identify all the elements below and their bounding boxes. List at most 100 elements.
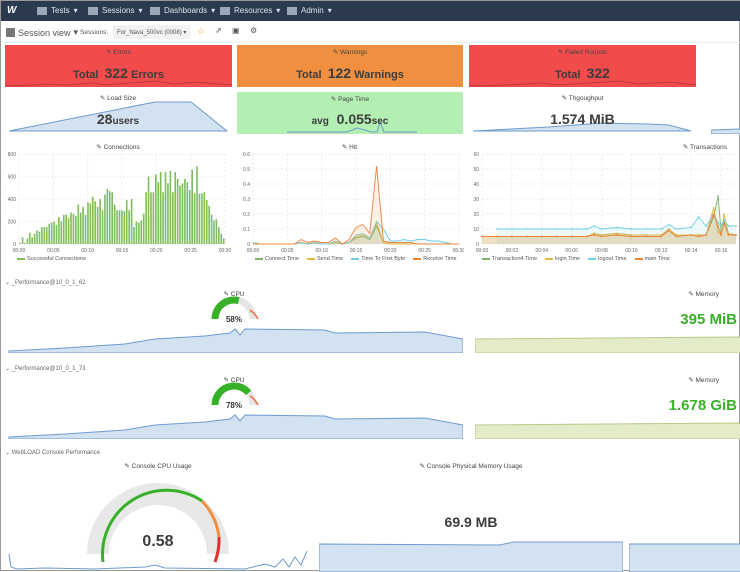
x-tick-label: 00:00 bbox=[476, 248, 489, 254]
section-header[interactable]: ⌄ _Performance@10_0_1_73 bbox=[5, 365, 86, 372]
bar bbox=[94, 201, 97, 244]
bar bbox=[159, 172, 162, 244]
memory-panel: Memory 395 MiB bbox=[475, 287, 740, 353]
bar bbox=[147, 176, 150, 244]
legend-item[interactable]: main Time bbox=[635, 256, 670, 262]
bar bbox=[198, 193, 201, 244]
data-point bbox=[712, 213, 715, 215]
data-point bbox=[720, 225, 722, 227]
data-point bbox=[525, 235, 528, 238]
legend-item[interactable]: Time To First Byte bbox=[351, 256, 405, 262]
bar bbox=[77, 204, 80, 244]
x-tick-label: 00:10 bbox=[81, 248, 94, 254]
legend-item[interactable]: Receive Time bbox=[413, 256, 456, 262]
y-tick-label: 0.6 bbox=[243, 152, 250, 158]
bar bbox=[205, 200, 208, 244]
grid-icon bbox=[150, 6, 160, 15]
bar bbox=[220, 233, 223, 244]
data-point bbox=[615, 226, 618, 229]
nav-sessions[interactable]: Sessions ▾ bbox=[88, 6, 142, 15]
connections-panel: Connections 020040060080000:0000:0500:10… bbox=[5, 140, 231, 269]
data-point bbox=[660, 235, 663, 238]
data-point bbox=[717, 225, 719, 227]
x-tick-label: 00:05 bbox=[281, 248, 294, 254]
legend: Transaction4 Time login Time logout Time ma… bbox=[482, 256, 670, 262]
bar bbox=[75, 215, 77, 244]
y-tick-label: 0.3 bbox=[243, 197, 250, 203]
nav-dashboards[interactable]: Dashboards ▾ bbox=[150, 6, 215, 15]
bar bbox=[191, 169, 193, 244]
logo[interactable]: W bbox=[7, 5, 16, 16]
data-point bbox=[705, 225, 708, 227]
data-point bbox=[645, 235, 648, 238]
data-point bbox=[585, 235, 588, 238]
bar bbox=[140, 220, 143, 244]
panel-title[interactable]: Errors bbox=[5, 48, 232, 56]
series-area bbox=[253, 166, 459, 244]
section-header-console[interactable]: ⌄ WebLOAD Console Performance bbox=[5, 449, 100, 456]
x-tick-label: 00:16 bbox=[715, 248, 728, 254]
toolbar: Session view ▾ Sessions: For_Nava_500vc (… bbox=[1, 21, 740, 43]
x-tick-label: 00:25 bbox=[184, 248, 197, 254]
save-icon[interactable]: ▣ bbox=[232, 26, 240, 35]
cpu-value: 78% bbox=[225, 401, 242, 410]
bar bbox=[41, 227, 43, 244]
data-point bbox=[585, 228, 588, 230]
gears-icon bbox=[287, 6, 297, 15]
legend-item[interactable]: login Time bbox=[545, 256, 580, 262]
legend-item[interactable]: logout Time bbox=[588, 256, 626, 262]
bar bbox=[167, 183, 169, 244]
connections-chart: 020040060080000:00 00:05 00:10 00:15 00:20 00… bbox=[8, 152, 231, 254]
data-point bbox=[723, 222, 725, 224]
x-tick-label: 00:02 bbox=[506, 248, 519, 254]
errors-panel: Errors Total 322 Errors bbox=[5, 45, 232, 87]
data-point bbox=[540, 228, 543, 230]
bar bbox=[179, 185, 181, 244]
x-tick-label: 00:06 bbox=[565, 248, 578, 254]
bar bbox=[116, 210, 118, 244]
panel-title[interactable]: Failed Rounds bbox=[469, 48, 696, 56]
nav-tests[interactable]: Tests ▾ bbox=[37, 6, 78, 15]
data-point bbox=[570, 228, 573, 230]
data-point bbox=[525, 228, 528, 230]
load-size-panel: Load Size 28users bbox=[5, 91, 231, 134]
legend-item[interactable]: Send Time bbox=[307, 256, 343, 262]
session-select[interactable]: For_Nava_500vc (0008) ▾ bbox=[113, 25, 191, 39]
y-tick-label: 50 bbox=[473, 167, 479, 173]
data-point bbox=[675, 228, 678, 230]
x-tick-label: 00:25 bbox=[418, 248, 431, 254]
x-tick-label: 00:15 bbox=[350, 248, 363, 254]
section-header[interactable]: ⌄ _Performance@10_0_1_62 bbox=[5, 279, 86, 286]
x-tick-label: 00:08 bbox=[595, 248, 608, 254]
warnings-panel: Warnings Total 122 Warnings bbox=[237, 45, 463, 87]
nav-resources[interactable]: Resources ▾ bbox=[220, 6, 280, 15]
legend-item[interactable]: Connect Time bbox=[255, 256, 299, 262]
bar bbox=[104, 194, 106, 244]
panel-title[interactable]: Warnings bbox=[237, 48, 463, 56]
legend-item[interactable]: Transaction4 Time bbox=[482, 256, 537, 262]
hit-chart: 00.10.20.30.40.50.600:00 00:05 00:10 00:15 0… bbox=[243, 152, 464, 254]
share-icon[interactable]: ⇗ bbox=[215, 26, 222, 35]
bar bbox=[155, 174, 157, 244]
data-point bbox=[645, 228, 648, 230]
legend-item[interactable]: Successful Connections bbox=[17, 256, 86, 262]
bar bbox=[67, 218, 70, 244]
folder-icon bbox=[220, 6, 230, 15]
session-view-dropdown[interactable]: Session view ▾ bbox=[6, 27, 78, 38]
y-tick-label: 800 bbox=[8, 152, 17, 158]
star-icon[interactable]: ☆ bbox=[197, 26, 205, 37]
failed-sparkline bbox=[469, 80, 696, 87]
bar bbox=[31, 237, 34, 244]
memory-value: 395 MiB bbox=[680, 311, 737, 328]
data-point bbox=[723, 213, 725, 215]
data-point bbox=[705, 234, 708, 236]
memory-panel: Memory 1.678 GiB bbox=[475, 373, 740, 439]
data-point bbox=[481, 235, 483, 238]
bar bbox=[201, 193, 203, 244]
nav-admin[interactable]: Admin ▾ bbox=[287, 6, 332, 15]
y-tick-label: 20 bbox=[473, 212, 479, 218]
failed-rounds-panel: Failed Rounds Total 322 bbox=[469, 45, 696, 87]
data-point bbox=[735, 234, 737, 236]
settings-icon[interactable]: ⚙ bbox=[250, 26, 257, 35]
bar bbox=[106, 188, 109, 244]
